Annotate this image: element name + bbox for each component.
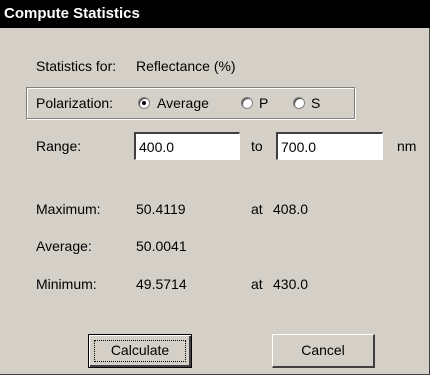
- polarization-group: Polarization: Average P S: [26, 87, 356, 120]
- average-label: Average:: [36, 238, 92, 254]
- range-to-label: to: [251, 138, 263, 154]
- minimum-value: 49.5714: [136, 276, 187, 292]
- maximum-label: Maximum:: [36, 201, 101, 217]
- dialog-title-bar[interactable]: Compute Statistics: [0, 0, 430, 28]
- calculate-button[interactable]: Calculate: [88, 334, 192, 368]
- maximum-at-value: 408.0: [273, 201, 309, 217]
- polarization-label: Polarization:: [36, 95, 114, 111]
- radio-s-label[interactable]: S: [311, 95, 320, 111]
- radio-p-label[interactable]: P: [259, 95, 268, 111]
- calculate-button-label: Calculate: [110, 342, 170, 358]
- minimum-at-value: 430.0: [273, 276, 309, 292]
- range-from-input[interactable]: [134, 132, 240, 160]
- average-value: 50.0041: [136, 238, 187, 254]
- dialog-title: Compute Statistics: [4, 5, 140, 22]
- statistics-for-label: Statistics for:: [36, 58, 117, 74]
- radio-average[interactable]: [138, 97, 150, 109]
- radio-s[interactable]: [293, 97, 305, 109]
- radio-p[interactable]: [241, 97, 253, 109]
- radio-average-label[interactable]: Average: [157, 95, 209, 111]
- statistics-for-value: Reflectance (%): [136, 58, 236, 74]
- minimum-at-label: at: [251, 276, 263, 292]
- range-label: Range:: [36, 138, 82, 154]
- cancel-button[interactable]: Cancel: [272, 334, 375, 368]
- radio-selected-dot: [142, 101, 146, 105]
- compute-statistics-dialog: Compute Statistics Statistics for: Refle…: [0, 0, 430, 375]
- maximum-value: 50.4119: [136, 201, 186, 217]
- range-unit-label: nm: [397, 138, 417, 154]
- minimum-label: Minimum:: [36, 276, 97, 292]
- cancel-button-label: Cancel: [301, 342, 345, 358]
- maximum-at-label: at: [251, 201, 263, 217]
- range-to-input[interactable]: [276, 132, 383, 160]
